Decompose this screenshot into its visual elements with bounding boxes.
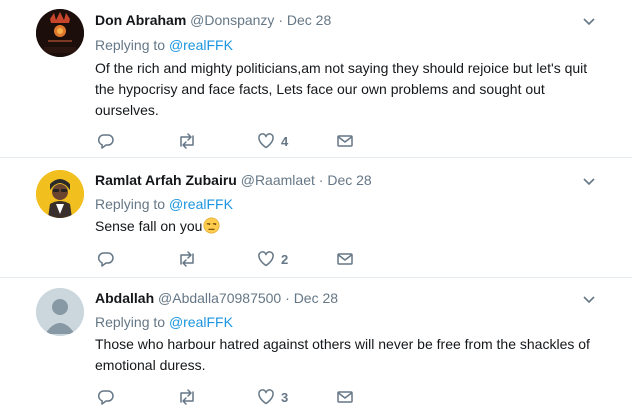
display-name[interactable]: Abdallah: [95, 290, 154, 306]
avatar-image: [36, 9, 84, 57]
like-count: 4: [281, 133, 289, 149]
tweet-body: Sense fall on you: [95, 216, 605, 237]
direct-message-button[interactable]: [336, 131, 354, 151]
default-avatar-icon: [36, 288, 84, 336]
tweet-text: Sense fall on you: [95, 218, 203, 234]
tweet-actions: 3: [95, 387, 395, 407]
separator-dot: ·: [285, 290, 290, 306]
replying-to-link[interactable]: @realFFK: [169, 314, 233, 330]
retweet-icon: [180, 251, 194, 267]
tweet-text: Of the rich and mighty politicians,am no…: [95, 60, 588, 118]
separator-dot: ·: [278, 12, 283, 28]
tweet-actions: 2: [95, 249, 395, 269]
replying-to-link[interactable]: @realFFK: [169, 37, 233, 53]
reply-button[interactable]: [97, 387, 115, 407]
avatar[interactable]: [36, 288, 84, 336]
retweet-button[interactable]: [177, 249, 197, 269]
direct-message-button[interactable]: [336, 387, 354, 407]
like-count: 2: [281, 251, 289, 267]
replying-to-label: Replying to: [95, 37, 166, 53]
unamused-face-emoji: [203, 217, 220, 234]
direct-message-button[interactable]: [336, 249, 354, 269]
retweet-icon: [180, 133, 194, 149]
tweet-date[interactable]: Dec 28: [287, 12, 331, 28]
heart-icon: [258, 251, 274, 267]
replying-to-label: Replying to: [95, 314, 166, 330]
display-name[interactable]: Ramlat Arfah Zubairu: [95, 172, 237, 188]
divider: [0, 277, 632, 278]
chevron-down-icon[interactable]: [581, 173, 597, 189]
heart-icon: [258, 389, 274, 405]
user-handle[interactable]: @Abdalla70987500: [158, 290, 281, 306]
chevron-down-icon[interactable]: [581, 13, 597, 29]
heart-icon: [258, 133, 274, 149]
like-button[interactable]: 4: [257, 131, 288, 151]
tweet-actions: 4: [95, 131, 395, 151]
retweet-button[interactable]: [177, 131, 197, 151]
reply-icon: [97, 134, 114, 149]
retweet-button[interactable]: [177, 387, 197, 407]
chevron-down-icon[interactable]: [581, 291, 597, 307]
tweet-date[interactable]: Dec 28: [327, 172, 371, 188]
separator-dot: ·: [318, 172, 324, 188]
avatar[interactable]: [36, 170, 84, 218]
envelope-icon: [337, 253, 353, 265]
replying-to-label: Replying to: [95, 196, 166, 212]
reply-icon: [97, 252, 114, 267]
like-button[interactable]: 2: [257, 249, 288, 269]
avatar-image: [36, 170, 84, 218]
reply-button[interactable]: [97, 249, 115, 269]
reply-icon: [97, 390, 114, 405]
like-count: 3: [281, 389, 289, 405]
display-name[interactable]: Don Abraham: [95, 12, 186, 28]
like-button[interactable]: 3: [257, 387, 288, 407]
tweet-date[interactable]: Dec 28: [294, 290, 338, 306]
user-handle[interactable]: @Raamlaet: [241, 172, 315, 188]
avatar[interactable]: [36, 9, 84, 57]
user-handle[interactable]: @Donspanzy: [190, 12, 274, 28]
envelope-icon: [337, 135, 353, 147]
envelope-icon: [337, 391, 353, 403]
retweet-icon: [180, 389, 194, 405]
divider: [0, 157, 632, 158]
replying-to-link[interactable]: @realFFK: [169, 196, 233, 212]
reply-button[interactable]: [97, 131, 115, 151]
tweet-text: Those who harbour hatred against others …: [95, 336, 590, 373]
